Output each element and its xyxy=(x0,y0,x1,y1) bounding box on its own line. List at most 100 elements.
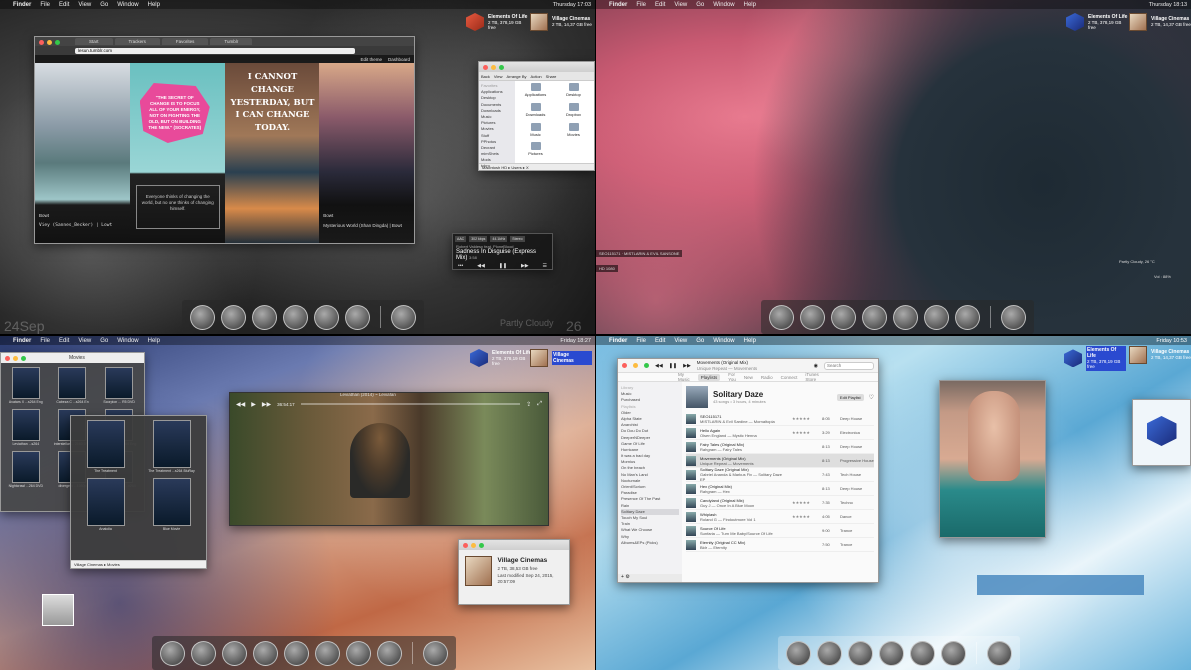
desktop-icon-cinemas[interactable]: Village Cinemas 2 TB, 14,37 GB free xyxy=(530,13,592,31)
fullscreen-icon[interactable]: ⤢ xyxy=(537,401,542,408)
folder-item[interactable]: Pictures xyxy=(517,142,554,161)
dock-item[interactable] xyxy=(786,640,811,666)
edit-theme-link[interactable]: Edit theme xyxy=(360,57,382,62)
menu-help[interactable]: Help xyxy=(744,338,756,344)
folder-item[interactable]: Applications xyxy=(517,83,554,102)
play-icon[interactable]: ▶ xyxy=(251,401,256,408)
zoom-button[interactable] xyxy=(644,363,649,368)
nav-my-music[interactable]: My Music xyxy=(678,372,690,382)
share-icon[interactable]: ⇪ xyxy=(526,401,531,408)
minimize-button[interactable] xyxy=(633,363,638,368)
menu-file[interactable]: File xyxy=(636,338,646,344)
menu-app-name[interactable]: Finder xyxy=(609,2,627,8)
menu-window[interactable]: Window xyxy=(117,2,138,8)
list-icon[interactable]: ☰ xyxy=(543,263,547,269)
menu-file[interactable]: File xyxy=(40,338,50,344)
dock-item[interactable] xyxy=(879,640,904,666)
track-row[interactable]: Hello Again Olsen England — Mystic Henna ★… xyxy=(686,426,874,440)
track-row[interactable]: Hex (Original Mix) Rahgram — Hex 8:13 Deep … xyxy=(686,482,874,496)
track-row[interactable]: Movements (Original Mix) Unique Repeat — … xyxy=(686,454,874,468)
menu-file[interactable]: File xyxy=(636,2,646,8)
menu-edit[interactable]: Edit xyxy=(59,2,69,8)
dock-item[interactable] xyxy=(893,304,918,330)
folder-item[interactable]: Desktop xyxy=(555,83,592,102)
desktop-icon-disc[interactable] xyxy=(42,594,74,626)
previous-icon[interactable]: ◀◀ xyxy=(477,263,485,269)
account-icon[interactable]: ◉ xyxy=(814,363,818,369)
close-button[interactable] xyxy=(622,363,627,368)
tab-favorites[interactable]: Favorites xyxy=(161,38,209,45)
track-row[interactable]: Eternity (Original CC Mix) Bldr — Eternit… xyxy=(686,538,874,552)
menu-view[interactable]: View xyxy=(78,338,91,344)
menu-help[interactable]: Help xyxy=(744,2,756,8)
minimize-button[interactable] xyxy=(471,542,476,548)
video-frame[interactable] xyxy=(230,393,548,525)
movie-file[interactable]: Blue Movie xyxy=(141,478,202,531)
dashboard-link[interactable]: Dashboard xyxy=(388,57,410,62)
dock-item[interactable] xyxy=(345,304,370,330)
menu-edit[interactable]: Edit xyxy=(655,2,665,8)
dock-item[interactable] xyxy=(222,640,247,666)
track-rating[interactable]: ★★★★★ xyxy=(792,430,818,435)
menu-edit[interactable]: Edit xyxy=(655,338,665,344)
dock-item[interactable] xyxy=(160,640,185,666)
menu-clock[interactable]: Thursday 18:13 xyxy=(1149,2,1187,8)
dock-item[interactable] xyxy=(862,304,887,330)
dock-item-trash[interactable] xyxy=(1001,304,1026,330)
dock-item[interactable] xyxy=(284,640,309,666)
dock-item[interactable] xyxy=(283,304,308,330)
dock-item[interactable] xyxy=(941,640,966,666)
desktop-icon-elements[interactable]: Elements Of Life 2 TB, 378,19 GB free xyxy=(1066,13,1128,31)
dock-item-trash[interactable] xyxy=(987,640,1012,666)
nav-store[interactable]: iTunes Store xyxy=(805,372,818,382)
close-button[interactable] xyxy=(5,355,10,361)
track-row[interactable]: Solitary Daze (Original Mix) Gabriel Anan… xyxy=(686,467,874,482)
next-icon[interactable]: ▶▶ xyxy=(683,363,691,369)
movie-file[interactable]: Avatars X ...s264 Eng xyxy=(5,367,47,404)
desktop-icon-cinemas[interactable]: Village Cinemas 2 TB, 14,37 GB free xyxy=(1129,13,1191,31)
menu-clock[interactable]: Friday 18:27 xyxy=(560,338,591,344)
progress-track[interactable] xyxy=(300,403,521,405)
desktop-icon-elements[interactable]: Elements Of Life 2 TB, 378,19 GB free xyxy=(466,13,528,31)
desktop-icon-cinemas[interactable]: Village Cinemas xyxy=(530,349,592,367)
previous-icon[interactable]: ◀◀ xyxy=(655,363,663,369)
dock-item[interactable] xyxy=(800,304,825,330)
menu-app-name[interactable]: Finder xyxy=(13,2,31,8)
tile-mountain[interactable]: Bowt Mysterious World (Shan Dingda) | Bo… xyxy=(319,63,414,243)
close-button[interactable] xyxy=(39,39,44,45)
dock-item[interactable] xyxy=(831,304,856,330)
menu-go[interactable]: Go xyxy=(696,2,704,8)
movie-file[interactable]: Leviathan ...s264 xyxy=(5,409,47,446)
dock-item[interactable] xyxy=(924,304,949,330)
zoom-button[interactable] xyxy=(499,64,504,70)
menu-go[interactable]: Go xyxy=(100,2,108,8)
menu-view[interactable]: View xyxy=(674,338,687,344)
pause-icon[interactable]: ❚❚ xyxy=(669,363,677,369)
more-icon[interactable]: ••• xyxy=(458,263,463,269)
menu-edit[interactable]: Edit xyxy=(59,338,69,344)
dock-item[interactable] xyxy=(769,304,794,330)
menu-file[interactable]: File xyxy=(40,2,50,8)
close-button[interactable] xyxy=(463,542,468,548)
minimize-button[interactable] xyxy=(47,39,52,45)
dock-item[interactable] xyxy=(191,640,216,666)
track-rating[interactable]: ★★★★★ xyxy=(792,500,818,505)
settings-icon[interactable]: ⚙ xyxy=(625,574,629,580)
forward-icon[interactable]: ▶▶ xyxy=(262,401,271,408)
dock-item[interactable] xyxy=(315,640,340,666)
menu-window[interactable]: Window xyxy=(713,2,734,8)
next-icon[interactable]: ▶▶ xyxy=(521,263,529,269)
dock-item[interactable] xyxy=(910,640,935,666)
dock-item[interactable] xyxy=(252,304,277,330)
search-input[interactable] xyxy=(824,361,874,370)
menu-go[interactable]: Go xyxy=(696,338,704,344)
desktop-icon-elements[interactable]: Elements Of Life 2 TB, 378,19 GB free xyxy=(470,349,532,367)
photo-window[interactable] xyxy=(939,380,1046,538)
movie-file[interactable]: Scorpion ... R5 DVD xyxy=(98,367,140,404)
dock-item[interactable] xyxy=(190,304,215,330)
menu-window[interactable]: Window xyxy=(713,338,734,344)
menu-clock[interactable]: Thursday 17:03 xyxy=(553,2,591,8)
dock-item-trash[interactable] xyxy=(391,304,416,330)
dock-item[interactable] xyxy=(848,640,873,666)
heart-icon[interactable]: ♡ xyxy=(869,394,874,401)
